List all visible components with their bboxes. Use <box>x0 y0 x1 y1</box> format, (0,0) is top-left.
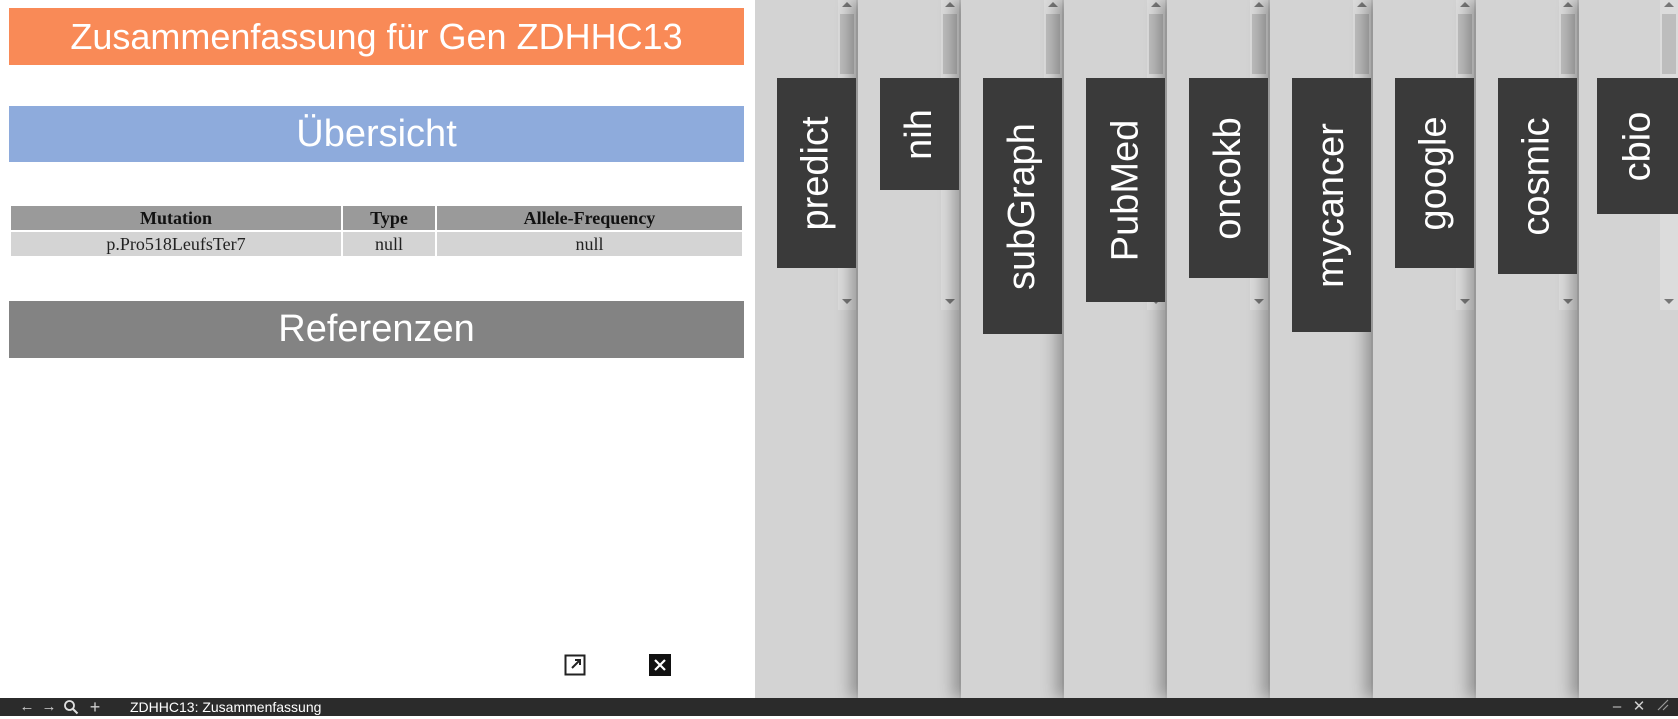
tab-label: google <box>1413 115 1455 231</box>
plus-icon[interactable]: + <box>86 698 104 716</box>
close-icon[interactable] <box>649 654 671 676</box>
cell-mutation: p.Pro518LeufsTer7 <box>11 232 341 256</box>
overview-heading: Übersicht <box>9 106 744 162</box>
window-title: ZDHHC13: Zusammenfassung <box>130 699 322 715</box>
page-title: Zusammenfassung für Gen ZDHHC13 <box>9 8 744 65</box>
tab-oncokb[interactable]: oncokb <box>1189 78 1268 278</box>
references-heading: Referenzen <box>9 301 744 358</box>
tab-subgraph[interactable]: subGraph <box>983 78 1062 334</box>
window-close-icon[interactable]: ✕ <box>1630 699 1648 715</box>
minimize-icon[interactable]: – <box>1608 699 1626 715</box>
tab-google[interactable]: google <box>1395 78 1474 268</box>
taskbar: ← → + ZDHHC13: Zusammenfassung – ✕ <box>0 698 1678 716</box>
external-link-icon[interactable] <box>564 654 586 676</box>
search-icon[interactable] <box>62 699 80 715</box>
tab-label: PubMed <box>1104 119 1147 261</box>
resize-icon[interactable] <box>1654 699 1672 715</box>
cell-allele-frequency: null <box>437 232 742 256</box>
column-header-type: Type <box>343 206 435 230</box>
tab-label: oncokb <box>1207 116 1250 240</box>
cell-type: null <box>343 232 435 256</box>
tab-label: cosmic <box>1516 116 1559 236</box>
column-header-mutation: Mutation <box>11 206 341 230</box>
back-arrow-icon[interactable]: ← <box>18 699 36 715</box>
summary-panel: Zusammenfassung für Gen ZDHHC13 Übersich… <box>0 0 755 698</box>
tab-label: subGraph <box>1001 122 1044 290</box>
tab-label: predict <box>795 115 837 231</box>
tab-mycancer[interactable]: mycancer <box>1292 78 1371 332</box>
tab-label: mycancer <box>1310 122 1352 288</box>
forward-arrow-icon[interactable]: → <box>40 699 58 715</box>
tab-nih[interactable]: nih <box>880 78 959 190</box>
column-header-allele-frequency: Allele-Frequency <box>437 206 742 230</box>
tab-cosmic[interactable]: cosmic <box>1498 78 1577 274</box>
mutation-table: Mutation Type Allele-Frequency p.Pro518L… <box>9 204 744 258</box>
tab-label: nih <box>898 108 940 160</box>
tab-label: cbio <box>1616 111 1658 181</box>
stacked-panels: predict nih subGraph PubMed oncokb mycan… <box>755 0 1678 698</box>
table-header-row: Mutation Type Allele-Frequency <box>11 206 742 230</box>
tab-predict[interactable]: predict <box>777 78 856 268</box>
tab-cbio[interactable]: cbio <box>1597 78 1678 214</box>
tab-pubmed[interactable]: PubMed <box>1086 78 1165 302</box>
table-row: p.Pro518LeufsTer7 null null <box>11 232 742 256</box>
